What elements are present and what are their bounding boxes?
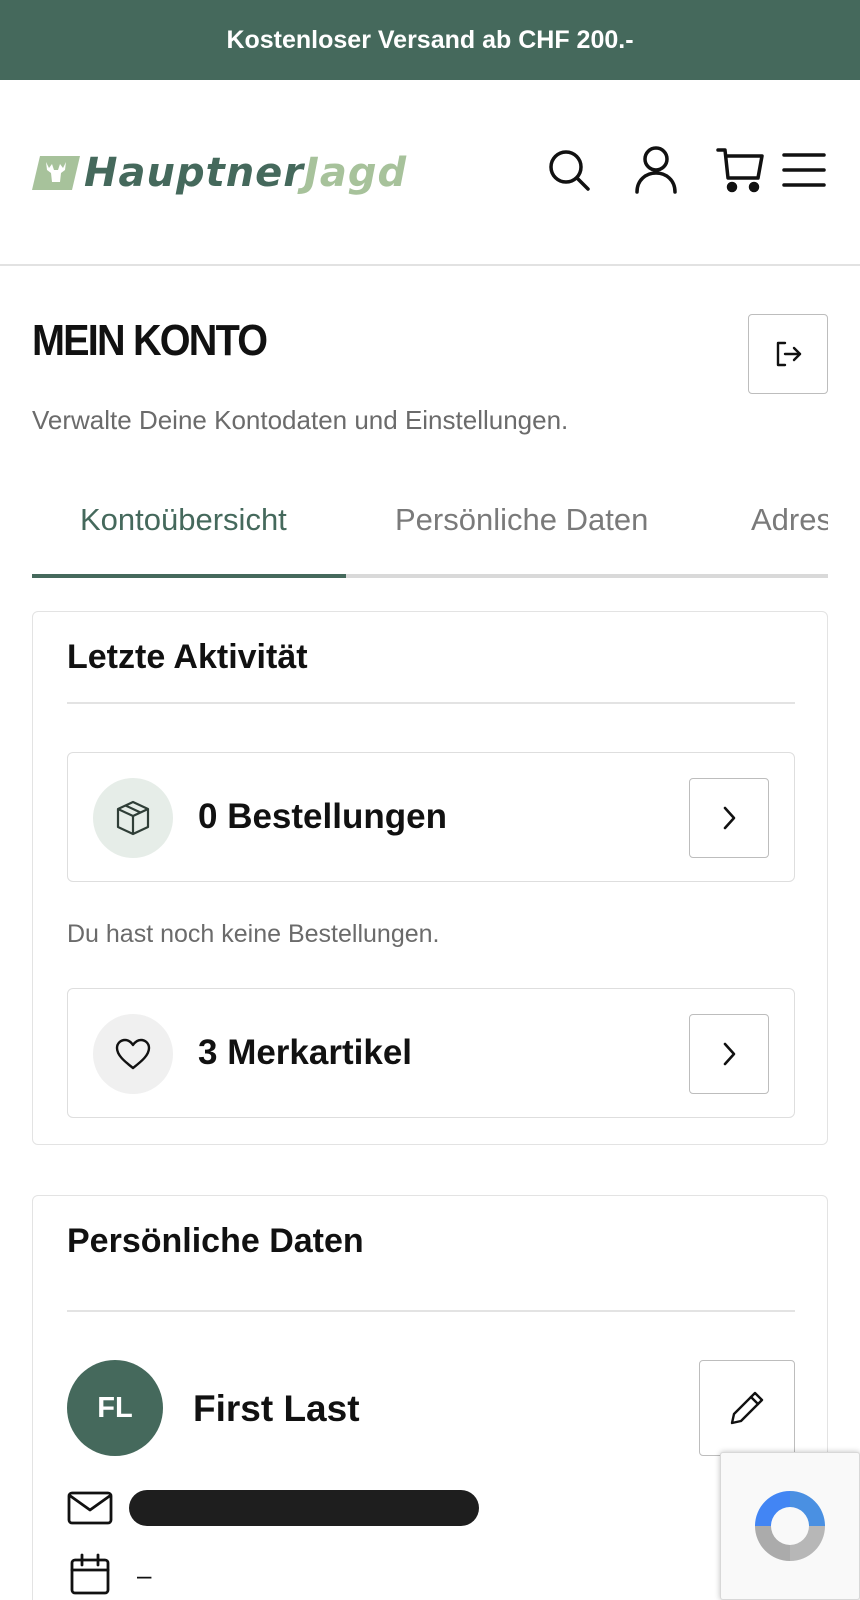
user-full-name: First Last <box>193 1388 360 1429</box>
recaptcha-icon <box>755 1491 825 1561</box>
calendar-icon <box>70 1553 110 1595</box>
search-icon <box>549 150 590 191</box>
account-tabs: Kontoübersicht Persönliche Daten Adresse… <box>32 490 828 578</box>
orders-empty-note: Du hast noch keine Bestellungen. <box>67 920 440 948</box>
logo-wordmark: HauptnerJagd <box>84 152 407 194</box>
tab-kontouebersicht[interactable]: Kontoübersicht <box>80 502 287 538</box>
page-title: MEIN KONTO <box>32 316 268 365</box>
account-button[interactable] <box>632 146 680 194</box>
logo-word-hauptner: Hauptner <box>84 150 305 196</box>
wishlist-open-button[interactable] <box>689 1014 769 1094</box>
pencil-icon <box>730 1391 764 1425</box>
tab-adressen[interactable]: Adressen <box>751 502 828 538</box>
personal-data-card: Persönliche Daten FL First Last – <box>32 1195 828 1600</box>
recent-activity-title: Letzte Aktivität <box>67 638 308 676</box>
page-subtitle: Verwalte Deine Kontodaten und Einstellun… <box>32 405 569 435</box>
orders-icon-badge <box>93 778 173 858</box>
personal-data-title: Persönliche Daten <box>67 1222 364 1260</box>
orders-open-button[interactable] <box>689 778 769 858</box>
user-icon <box>635 146 677 194</box>
logout-icon <box>776 341 802 367</box>
stag-logo-icon <box>32 156 80 190</box>
site-logo[interactable]: HauptnerJagd <box>32 152 407 194</box>
logo-word-jagd: Jagd <box>304 150 408 196</box>
wishlist-row[interactable]: 3 Merkartikel <box>67 988 795 1118</box>
promo-bar: Kostenloser Versand ab CHF 200.- <box>0 0 860 80</box>
logout-button[interactable] <box>748 314 828 394</box>
menu-button[interactable] <box>780 146 828 194</box>
chevron-right-icon <box>723 806 736 830</box>
menu-icon <box>782 153 826 187</box>
card-divider <box>67 1310 795 1312</box>
recent-activity-card: Letzte Aktivität 0 Bestellungen Du hast … <box>32 611 828 1145</box>
wishlist-count-label: 3 Merkartikel <box>198 1033 413 1072</box>
orders-count-label: 0 Bestellungen <box>198 797 447 836</box>
package-icon <box>116 800 150 836</box>
avatar: FL <box>67 1360 163 1456</box>
heart-icon <box>115 1038 151 1070</box>
recaptcha-badge[interactable] <box>720 1452 860 1600</box>
email-icon-wrap <box>67 1488 113 1528</box>
search-button[interactable] <box>545 146 593 194</box>
promo-text: Kostenloser Versand ab CHF 200.- <box>226 25 634 54</box>
email-redacted <box>129 1490 479 1526</box>
cart-icon <box>716 148 764 193</box>
chevron-right-icon <box>723 1042 736 1066</box>
edit-personal-data-button[interactable] <box>699 1360 795 1456</box>
cart-button[interactable] <box>716 146 764 194</box>
tab-persoenliche-daten[interactable]: Persönliche Daten <box>395 502 648 538</box>
birthday-icon-wrap <box>67 1553 113 1595</box>
card-divider <box>67 702 795 704</box>
orders-row[interactable]: 0 Bestellungen <box>67 752 795 882</box>
active-tab-indicator <box>32 574 346 578</box>
mail-icon <box>67 1491 113 1525</box>
birthday-value: – <box>137 1560 152 1590</box>
wishlist-icon-badge <box>93 1014 173 1094</box>
